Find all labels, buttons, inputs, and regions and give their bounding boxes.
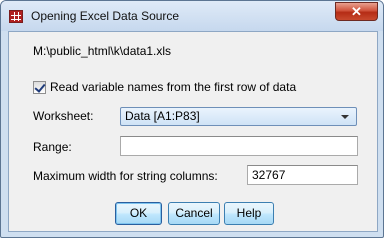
cancel-button[interactable]: Cancel bbox=[168, 202, 220, 225]
spreadsheet-icon bbox=[9, 10, 23, 23]
read-names-option[interactable]: Read variable names from the first row o… bbox=[33, 80, 296, 94]
window-title: Opening Excel Data Source bbox=[31, 9, 180, 23]
max-width-input[interactable]: 32767 bbox=[247, 165, 358, 185]
range-label: Range: bbox=[33, 140, 72, 154]
max-width-label: Maximum width for string columns: bbox=[33, 169, 218, 183]
read-names-checkbox[interactable] bbox=[33, 80, 46, 94]
chevron-down-icon bbox=[341, 115, 349, 119]
dialog-window: Opening Excel Data Source ✕ M:\public_ht… bbox=[0, 0, 384, 238]
worksheet-select[interactable]: Data [A1:P83] bbox=[120, 107, 357, 126]
help-button[interactable]: Help bbox=[224, 202, 274, 225]
close-button[interactable]: ✕ bbox=[335, 2, 378, 21]
read-names-label: Read variable names from the first row o… bbox=[50, 80, 297, 94]
dialog-body: M:\public_html\k\data1.xls Read variable… bbox=[8, 31, 378, 232]
worksheet-label: Worksheet: bbox=[33, 109, 94, 123]
title-bar[interactable]: Opening Excel Data Source ✕ bbox=[1, 1, 383, 31]
ok-button[interactable]: OK bbox=[115, 202, 162, 225]
worksheet-selected-value: Data [A1:P83] bbox=[125, 109, 200, 123]
file-path: M:\public_html\k\data1.xls bbox=[33, 44, 172, 58]
close-icon: ✕ bbox=[351, 4, 362, 19]
range-input[interactable] bbox=[120, 136, 358, 156]
